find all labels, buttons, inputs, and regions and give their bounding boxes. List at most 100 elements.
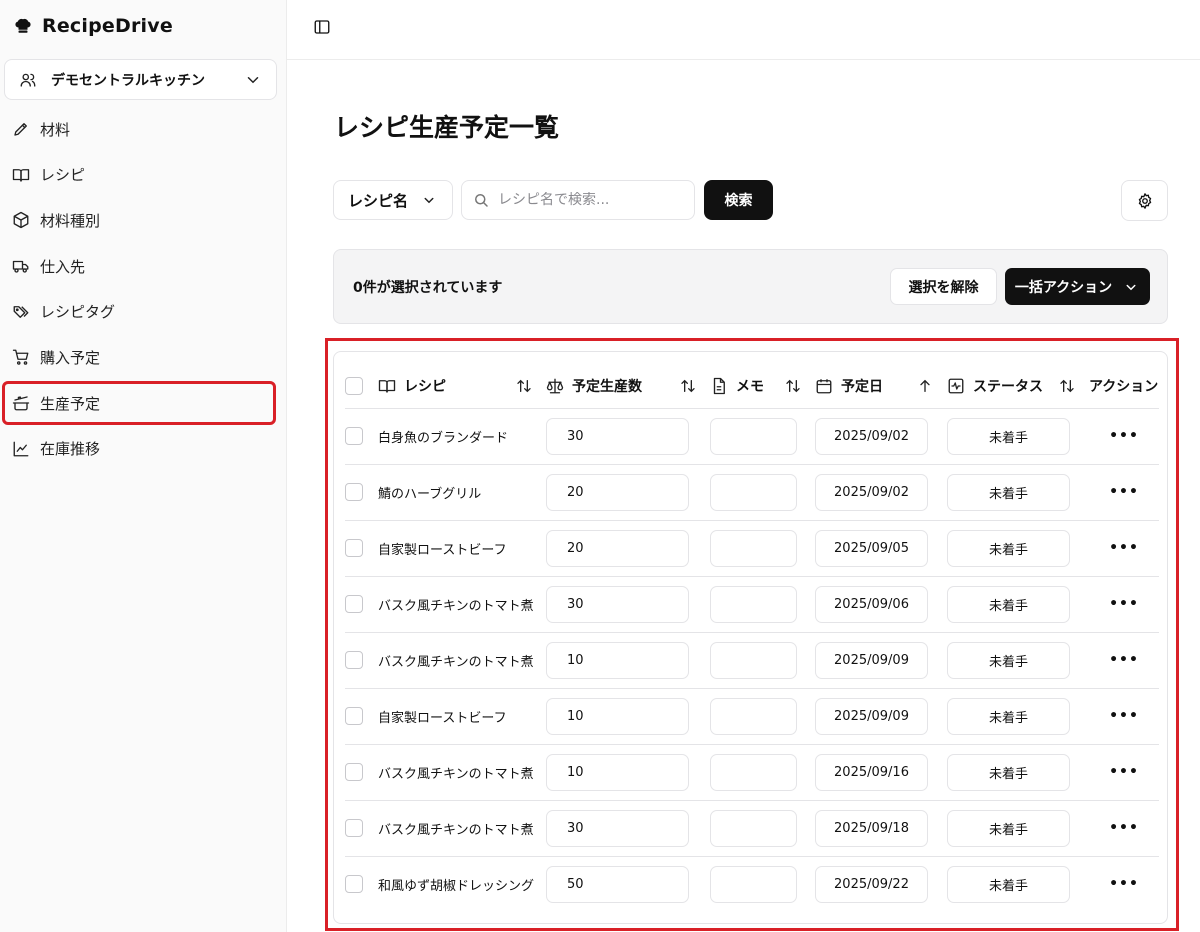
sidebar-item-recipes[interactable]: レシピ	[4, 155, 274, 195]
sidebar-item-inventory-trend[interactable]: 在庫推移	[4, 429, 274, 469]
recipe-name[interactable]: 自家製ローストビーフ	[378, 688, 546, 745]
sort-icon[interactable]	[1059, 378, 1075, 394]
date-picker[interactable]: 2025/09/18	[815, 809, 928, 847]
row-actions-button[interactable]: •••	[1089, 800, 1159, 857]
header-recipe[interactable]: レシピ	[378, 364, 546, 409]
date-picker[interactable]: 2025/09/06	[815, 585, 928, 623]
status-select[interactable]: 未着手	[947, 809, 1070, 847]
date-picker[interactable]: 2025/09/16	[815, 753, 928, 791]
row-actions-button[interactable]: •••	[1089, 464, 1159, 521]
row-checkbox[interactable]	[345, 539, 363, 557]
table-row: 和風ゆず胡椒ドレッシング 50 2025/09/22 未着手 •••	[345, 856, 1159, 912]
status-select[interactable]: 未着手	[947, 473, 1070, 511]
memo-input[interactable]	[710, 865, 797, 903]
quantity-input[interactable]: 10	[546, 697, 689, 735]
status-select[interactable]: 未着手	[947, 641, 1070, 679]
row-actions-button[interactable]: •••	[1089, 688, 1159, 745]
page-title: レシピ生産予定一覧	[334, 113, 560, 142]
sidebar-item-suppliers[interactable]: 仕入先	[4, 246, 274, 286]
table-row: 鯖のハーブグリル 20 2025/09/02 未着手 •••	[345, 464, 1159, 521]
clear-selection-button[interactable]: 選択を解除	[890, 268, 997, 305]
sidebar-item-purchase-plans[interactable]: 購入予定	[4, 337, 274, 377]
chef-hat-icon	[14, 17, 32, 35]
sidebar-item-recipe-tags[interactable]: レシピタグ	[4, 292, 274, 332]
selection-count: 0件が選択されています	[353, 280, 503, 296]
brand[interactable]: RecipeDrive	[14, 12, 173, 40]
quantity-input[interactable]: 10	[546, 753, 689, 791]
org-switcher[interactable]: デモセントラルキッチン	[4, 59, 277, 100]
status-select[interactable]: 未着手	[947, 865, 1070, 903]
row-checkbox[interactable]	[345, 875, 363, 894]
select-all-checkbox[interactable]	[345, 376, 363, 395]
row-actions-button[interactable]: •••	[1089, 408, 1159, 465]
memo-input[interactable]	[710, 809, 797, 847]
sidebar-toggle-button[interactable]	[311, 16, 333, 38]
search-button[interactable]: 検索	[704, 180, 773, 220]
date-picker[interactable]: 2025/09/02	[815, 473, 928, 511]
sidebar-item-label: レシピ	[40, 166, 86, 185]
quantity-input[interactable]: 30	[546, 809, 689, 847]
row-checkbox[interactable]	[345, 707, 363, 725]
quantity-input[interactable]: 20	[546, 529, 689, 567]
status-select[interactable]: 未着手	[947, 417, 1070, 455]
sidebar-item-label: 材料種別	[40, 211, 101, 230]
status-select[interactable]: 未着手	[947, 753, 1070, 791]
memo-input[interactable]	[710, 585, 797, 623]
row-actions-button[interactable]: •••	[1089, 576, 1159, 633]
memo-input[interactable]	[710, 697, 797, 735]
pencil-icon	[12, 120, 30, 138]
row-checkbox[interactable]	[345, 483, 363, 501]
header-memo[interactable]: メモ	[710, 364, 815, 409]
memo-input[interactable]	[710, 417, 797, 455]
header-date[interactable]: 予定日	[815, 364, 947, 409]
filter-field-select[interactable]: レシピ名	[333, 180, 453, 220]
row-checkbox[interactable]	[345, 819, 363, 837]
memo-input[interactable]	[710, 641, 797, 679]
sidebar-item-production-plans[interactable]: 生産予定	[2, 381, 276, 426]
date-picker[interactable]: 2025/09/09	[815, 641, 928, 679]
quantity-input[interactable]: 30	[546, 585, 689, 623]
row-actions-button[interactable]: •••	[1089, 520, 1159, 577]
status-select[interactable]: 未着手	[947, 697, 1070, 735]
recipe-name[interactable]: 白身魚のブランダード	[378, 408, 546, 465]
quantity-input[interactable]: 10	[546, 641, 689, 679]
date-picker[interactable]: 2025/09/22	[815, 865, 928, 903]
recipe-name[interactable]: バスク風チキンのトマト煮	[378, 744, 546, 801]
recipe-name[interactable]: バスク風チキンのトマト煮	[378, 576, 546, 633]
row-checkbox[interactable]	[345, 595, 363, 613]
sidebar-item-ingredients[interactable]: 材料	[4, 109, 274, 149]
memo-input[interactable]	[710, 753, 797, 791]
header-quantity[interactable]: 予定生産数	[546, 364, 710, 409]
recipe-name[interactable]: 自家製ローストビーフ	[378, 520, 546, 577]
sort-icon[interactable]	[680, 378, 696, 394]
quantity-input[interactable]: 50	[546, 865, 689, 903]
row-actions-button[interactable]: •••	[1089, 856, 1159, 912]
quantity-input[interactable]: 30	[546, 417, 689, 455]
settings-button[interactable]	[1121, 180, 1168, 221]
recipe-name[interactable]: バスク風チキンのトマト煮	[378, 800, 546, 857]
status-select[interactable]: 未着手	[947, 529, 1070, 567]
sort-ascending-icon[interactable]	[917, 378, 933, 394]
sort-icon[interactable]	[516, 378, 532, 394]
sort-icon[interactable]	[785, 378, 801, 394]
recipe-name[interactable]: 和風ゆず胡椒ドレッシング	[378, 856, 546, 912]
row-actions-button[interactable]: •••	[1089, 744, 1159, 801]
row-checkbox[interactable]	[345, 427, 363, 445]
memo-input[interactable]	[710, 529, 797, 567]
row-actions-button[interactable]: •••	[1089, 632, 1159, 689]
row-checkbox[interactable]	[345, 651, 363, 669]
row-checkbox[interactable]	[345, 763, 363, 781]
recipe-name[interactable]: バスク風チキンのトマト煮	[378, 632, 546, 689]
status-select[interactable]: 未着手	[947, 585, 1070, 623]
search-input[interactable]	[498, 192, 678, 208]
date-picker[interactable]: 2025/09/09	[815, 697, 928, 735]
date-picker[interactable]: 2025/09/05	[815, 529, 928, 567]
date-picker[interactable]: 2025/09/02	[815, 417, 928, 455]
bulk-action-button[interactable]: 一括アクション	[1005, 268, 1150, 305]
memo-input[interactable]	[710, 473, 797, 511]
recipe-name[interactable]: 鯖のハーブグリル	[378, 464, 546, 521]
quantity-input[interactable]: 20	[546, 473, 689, 511]
sidebar-item-ingredient-types[interactable]: 材料種別	[4, 200, 274, 240]
header-actions: アクション	[1089, 364, 1159, 409]
header-status[interactable]: ステータス	[947, 364, 1089, 409]
